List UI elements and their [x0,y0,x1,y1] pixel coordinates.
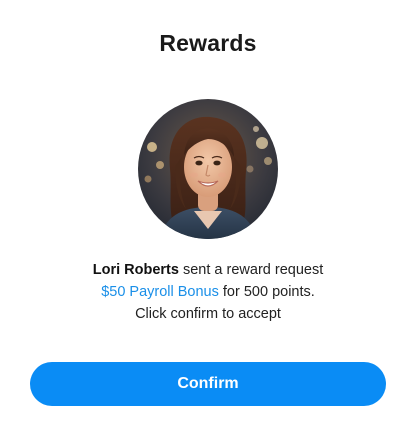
sender-name: Lori Roberts [92,262,179,278]
reward-points-text: for 500 points. [218,284,315,300]
page-title: Rewards [159,30,257,56]
confirm-button[interactable]: Confirm [30,362,386,406]
request-text: sent a reward request [178,262,324,278]
avatar [138,99,278,239]
request-line: Lori Roberts sent a reward request [0,259,416,281]
reward-line: $50 Payroll Bonus for 500 points. [0,281,416,303]
instruction-text: Click confirm to accept [135,306,281,322]
reward-link[interactable]: $50 Payroll Bonus [101,284,219,300]
rewards-dialog: Rewards Lori Roberts sent a reward reque… [0,0,416,436]
reward-request-message: Lori Roberts sent a reward request $50 P… [0,259,416,325]
